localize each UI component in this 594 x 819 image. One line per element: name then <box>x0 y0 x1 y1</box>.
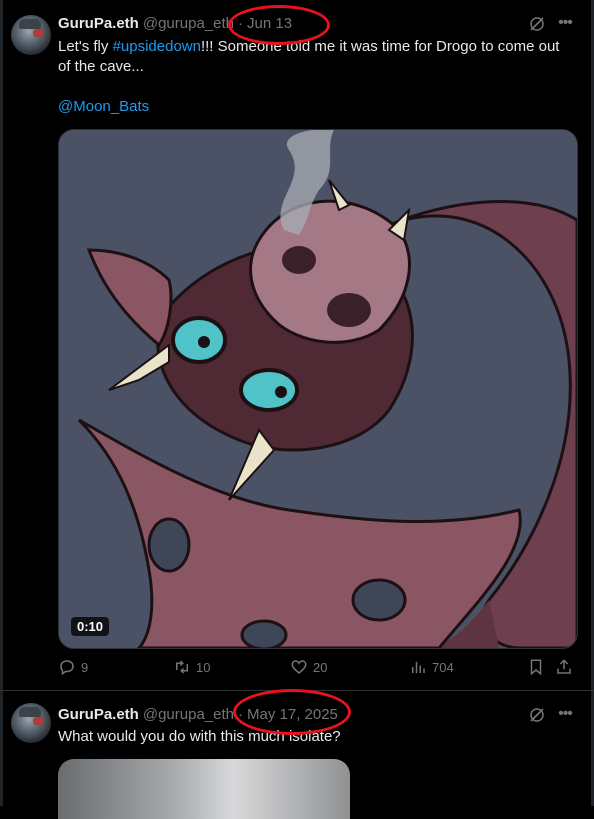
tweet[interactable]: GuruPa.eth @gurupa_eth · Jun 13 ••• Let'… <box>0 0 594 691</box>
tweet-image[interactable] <box>58 759 350 819</box>
video-player[interactable]: 0:10 <box>58 129 578 649</box>
display-name[interactable]: GuruPa.eth <box>58 15 139 32</box>
display-name[interactable]: GuruPa.eth <box>58 706 139 723</box>
user-handle[interactable]: @gurupa_eth <box>143 706 234 723</box>
grok-icon[interactable] <box>528 15 546 33</box>
repost-button[interactable]: 10 <box>173 658 210 676</box>
avatar[interactable] <box>11 703 51 743</box>
mention-link[interactable]: @Moon_Bats <box>58 98 149 115</box>
analytics-icon <box>412 661 425 673</box>
heart-icon <box>291 660 307 674</box>
views-button[interactable]: 704 <box>409 658 454 676</box>
hashtag-link[interactable]: #upsidedown <box>113 38 201 55</box>
tweet-text: Let's fly #upsidedown!!! Someone told me… <box>58 38 560 75</box>
view-count: 704 <box>432 659 454 675</box>
tweet[interactable]: GuruPa.eth @gurupa_eth · May 17, 2025 ••… <box>0 689 594 819</box>
avatar[interactable] <box>11 15 51 55</box>
video-duration: 0:10 <box>71 617 110 636</box>
more-icon[interactable]: ••• <box>556 706 574 725</box>
dragon-illustration <box>59 130 577 648</box>
bookmark-button[interactable] <box>527 658 550 676</box>
reply-icon <box>60 660 74 676</box>
more-icon[interactable]: ••• <box>556 15 574 34</box>
grok-icon[interactable] <box>528 706 546 724</box>
like-button[interactable]: 20 <box>290 658 327 676</box>
annotation-circle <box>228 5 330 45</box>
mention-line: @Moon_Bats <box>58 97 568 117</box>
share-button[interactable] <box>555 658 578 676</box>
user-handle[interactable]: @gurupa_eth <box>143 15 234 32</box>
action-bar: 9 10 20 704 <box>58 658 578 680</box>
repost-count: 10 <box>196 659 211 675</box>
share-icon <box>557 659 571 674</box>
repost-icon <box>176 660 188 674</box>
reply-button[interactable]: 9 <box>58 658 88 676</box>
reply-count: 9 <box>81 659 89 675</box>
like-count: 20 <box>313 659 328 675</box>
bookmark-icon <box>530 659 542 676</box>
annotation-circle <box>233 689 351 735</box>
